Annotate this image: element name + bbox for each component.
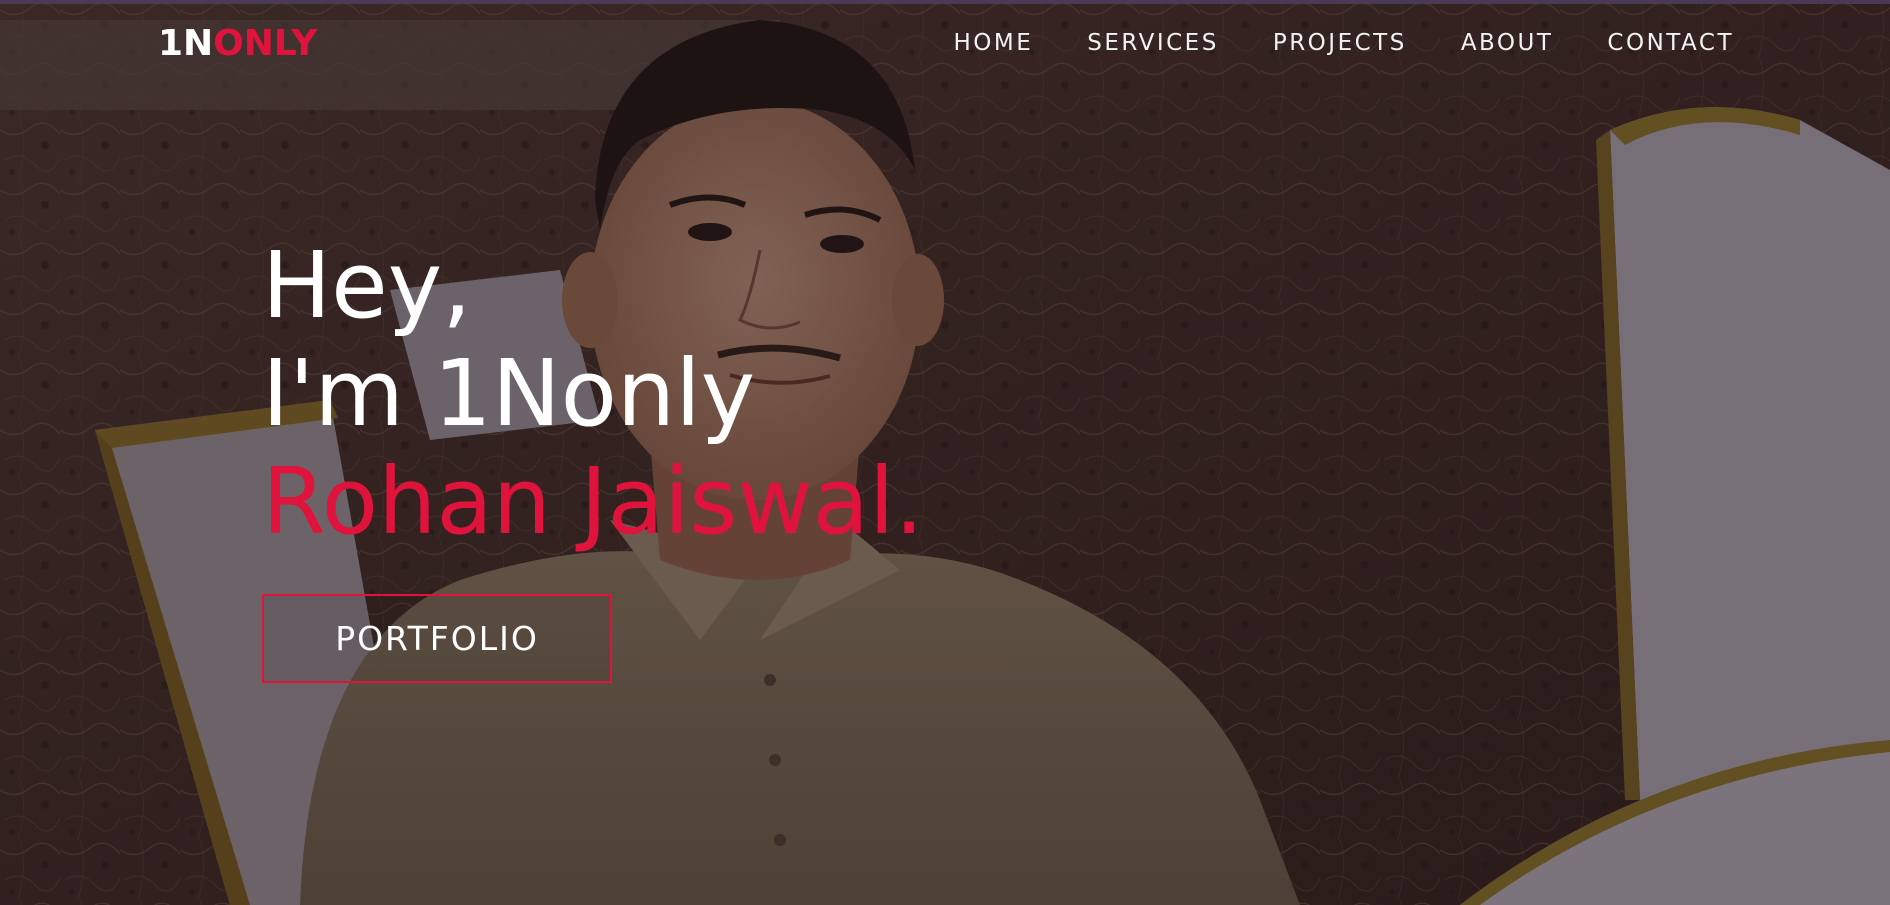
logo-text-red: ONLY — [213, 23, 318, 64]
logo-text-white: 1N — [158, 23, 214, 64]
hero-name: Rohan Jaiswal. — [262, 448, 924, 555]
site-logo[interactable]: 1NONLY — [158, 22, 317, 66]
navbar: 1NONLY HOME SERVICES PROJECTS ABOUT CONT… — [0, 0, 1890, 86]
hero-section: 1NONLY HOME SERVICES PROJECTS ABOUT CONT… — [0, 0, 1890, 905]
nav-item-projects[interactable]: PROJECTS — [1273, 28, 1407, 58]
nav-item-contact[interactable]: CONTACT — [1607, 28, 1734, 58]
hero-intro: I'm 1Nonly — [262, 340, 756, 447]
hero-heading: Hey, I'm 1Nonly Rohan Jaiswal. — [262, 232, 924, 556]
portfolio-button[interactable]: PORTFOLIO — [262, 594, 612, 683]
nav-item-about[interactable]: ABOUT — [1461, 28, 1554, 58]
nav-item-home[interactable]: HOME — [953, 28, 1033, 58]
nav-links: HOME SERVICES PROJECTS ABOUT CONTACT — [953, 28, 1734, 58]
hero-greeting: Hey, — [262, 232, 472, 339]
nav-item-services[interactable]: SERVICES — [1087, 28, 1219, 58]
